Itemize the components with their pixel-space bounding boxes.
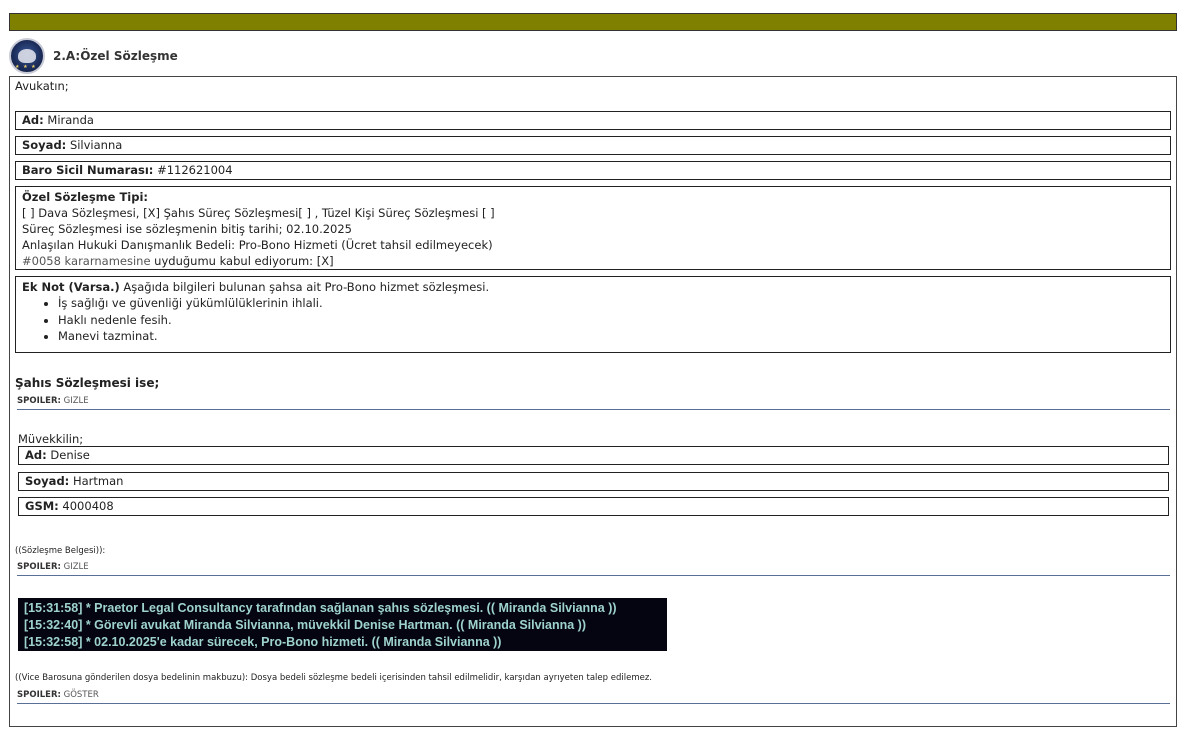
top-color-bar xyxy=(9,13,1177,31)
list-item: Manevi tazminat. xyxy=(58,328,1164,345)
spoiler-toggle-button[interactable]: GIZLE xyxy=(64,562,89,572)
client-last-name-field: Soyad: Hartman xyxy=(18,472,1169,491)
field-label: Soyad: xyxy=(25,474,70,488)
client-first-name-field: Ad: Denise xyxy=(18,446,1169,465)
decree-link[interactable]: #0058 kararnamesine xyxy=(22,254,151,268)
client-intro: Müvekkilin; xyxy=(18,432,84,446)
field-value: #112621004 xyxy=(157,163,233,177)
spoiler-2: SPOILER: GIZLE xyxy=(17,562,1170,576)
list-item: İş sağlığı ve güvenliği yükümlülüklerini… xyxy=(58,295,1164,312)
field-label: Ad: xyxy=(22,113,44,127)
extra-note-label: Ek Not (Varsa.) xyxy=(22,280,120,294)
field-value: Silvianna xyxy=(69,138,123,152)
lawyer-intro: Avukatın; xyxy=(15,79,69,93)
field-label: Baro Sicil Numarası: xyxy=(22,163,154,177)
spoiler-label: SPOILER: xyxy=(17,690,61,700)
chat-line: [15:32:58] * 02.10.2025'e kadar sürecek,… xyxy=(24,635,502,649)
extra-note-box: Ek Not (Varsa.) Aşağıda bilgileri buluna… xyxy=(15,276,1171,353)
spoiler-3: SPOILER: GÖSTER xyxy=(17,690,1170,704)
field-label: Ad: xyxy=(25,448,47,462)
contract-type-label: Özel Sözleşme Tipi: xyxy=(22,190,149,204)
spoiler-toggle-button[interactable]: GÖSTER xyxy=(64,690,99,700)
spoiler-toggle-button[interactable]: GIZLE xyxy=(64,396,89,406)
contract-end-date: Süreç Sözleşmesi ise sözleşmenin bitiş t… xyxy=(22,222,353,236)
spoiler-label: SPOILER: xyxy=(17,396,61,406)
lawyer-first-name-field: Ad: Miranda xyxy=(15,111,1171,130)
spoiler-1: SPOILER: GIZLE xyxy=(17,396,1170,410)
bar-association-seal-icon xyxy=(9,38,45,74)
spoiler-label: SPOILER: xyxy=(17,562,61,572)
chat-log-screenshot: [15:31:58] * Praetor Legal Consultancy t… xyxy=(18,598,667,651)
extra-note-text: Aşağıda bilgileri bulunan şahsa ait Pro-… xyxy=(119,280,490,294)
field-value: Hartman xyxy=(72,474,124,488)
field-value: Denise xyxy=(50,448,90,462)
contract-type-line: [ ] Dava Sözleşmesi, [X] Şahıs Süreç Söz… xyxy=(22,206,495,220)
client-gsm-field: GSM: 4000408 xyxy=(18,497,1169,516)
page-title: 2.A:Özel Sözleşme xyxy=(53,49,178,63)
contract-type-box: Özel Sözleşme Tipi: [ ] Dava Sözleşmesi,… xyxy=(15,186,1171,270)
lawyer-last-name-field: Soyad: Silvianna xyxy=(15,136,1171,155)
field-value: 4000408 xyxy=(62,499,114,513)
field-value: Miranda xyxy=(47,113,94,127)
bar-number-field: Baro Sicil Numarası: #112621004 xyxy=(15,161,1171,180)
chat-line: [15:32:40] * Görevli avukat Miranda Silv… xyxy=(24,618,586,632)
contract-fee: Anlaşılan Hukuki Danışmanlık Bedeli: Pro… xyxy=(22,238,493,252)
list-item: Haklı nedenle fesih. xyxy=(58,312,1164,329)
chat-line: [15:31:58] * Praetor Legal Consultancy t… xyxy=(24,601,617,615)
field-label: Soyad: xyxy=(22,138,67,152)
decree-acceptance: #0058 kararnamesine uyduğumu kabul ediyo… xyxy=(22,253,1164,269)
field-label: GSM: xyxy=(25,499,59,513)
receipt-caption: ((Vice Barosuna gönderilen dosya bedelin… xyxy=(15,673,652,683)
post-header: 2.A:Özel Sözleşme xyxy=(9,38,178,74)
note-list: İş sağlığı ve güvenliği yükümlülüklerini… xyxy=(22,295,1164,345)
document-caption: ((Sözleşme Belgesi)): xyxy=(15,546,106,556)
decree-acceptance-text: uyduğumu kabul ediyorum: [X] xyxy=(150,254,334,268)
personal-contract-heading: Şahıs Sözleşmesi ise; xyxy=(15,376,160,390)
contract-panel: Avukatın; Ad: Miranda Soyad: Silvianna B… xyxy=(9,76,1177,727)
